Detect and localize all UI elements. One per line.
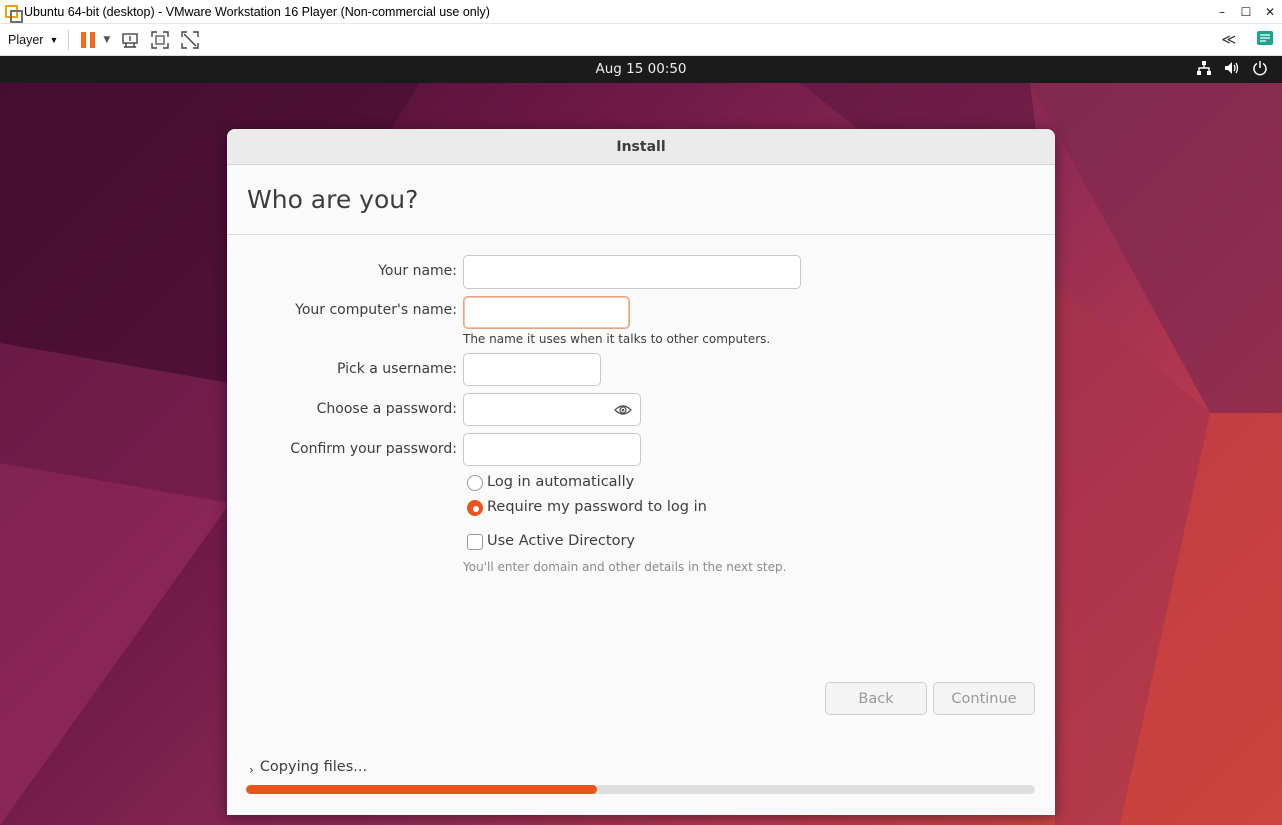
page-title: Who are you? [247,185,419,214]
power-icon[interactable] [1252,60,1268,76]
network-icon[interactable] [1196,60,1212,76]
maximize-button[interactable]: ☐ [1234,0,1258,24]
progress-expander[interactable]: › Copying files... [249,757,367,777]
send-ctrl-alt-del-icon[interactable] [120,30,140,50]
computer-name-field[interactable] [463,296,630,329]
vmware-logo-icon [4,4,23,23]
installer-title: Install [227,129,1055,165]
your-name-label: Your name: [378,263,457,279]
collapse-icon[interactable]: ≪ [1221,32,1236,48]
password-field[interactable] [463,393,641,426]
require-password-label[interactable]: Require my password to log in [487,499,707,515]
chevron-down-icon: ▼ [49,34,59,45]
toolbar-right: ≪ [1221,24,1282,56]
confirm-password-label: Confirm your password: [290,441,457,457]
continue-button[interactable]: Continue [933,682,1035,715]
active-directory-hint: You'll enter domain and other details in… [463,560,787,574]
auto-login-radio[interactable] [467,475,483,491]
your-name-input[interactable] [464,256,800,288]
show-password-eye-icon[interactable] [614,402,632,421]
minimize-button[interactable]: – [1210,0,1234,24]
clock[interactable]: Aug 15 00:50 [0,61,1282,77]
player-menu-label: Player [8,32,44,47]
window-title: Ubuntu 64-bit (desktop) - VMware Worksta… [24,4,490,19]
active-directory-label[interactable]: Use Active Directory [487,533,635,549]
progress-bar [246,785,1035,794]
username-field[interactable] [463,353,601,386]
vmware-toolbar: Player ▼ ▼ ≪ [0,24,1282,56]
auto-login-label[interactable]: Log in automatically [487,474,634,490]
active-directory-checkbox[interactable] [467,534,483,550]
vmware-titlebar: Ubuntu 64-bit (desktop) - VMware Worksta… [0,0,1282,24]
computer-name-hint: The name it uses when it talks to other … [463,332,771,346]
confirm-password-input[interactable] [464,434,640,465]
computer-name-label: Your computer's name: [295,302,457,318]
computer-name-input[interactable] [464,297,629,328]
toolbar-divider [68,29,70,50]
player-menu[interactable]: Player ▼ [8,33,58,47]
pause-icon[interactable] [81,31,96,48]
volume-icon[interactable] [1224,60,1240,76]
fullscreen-icon[interactable] [150,30,170,50]
window-controls: – ☐ ✕ [1210,0,1282,24]
your-name-field[interactable] [463,255,801,289]
close-button[interactable]: ✕ [1258,0,1282,24]
password-label: Choose a password: [316,401,457,417]
back-button[interactable]: Back [825,682,927,715]
pause-dropdown-icon[interactable]: ▼ [103,35,110,45]
chevron-right-icon: › [249,763,254,777]
confirm-password-field[interactable] [463,433,641,466]
unity-icon[interactable] [180,30,200,50]
progress-bar-fill [246,785,598,794]
username-label: Pick a username: [336,361,457,377]
username-input[interactable] [464,354,600,385]
require-password-radio[interactable] [467,500,483,516]
installer-window: Install Who are you? Your name: Your com… [227,129,1055,815]
notes-icon[interactable] [1256,29,1274,51]
system-tray[interactable] [1196,60,1268,76]
progress-label: Copying files... [259,759,368,775]
ubuntu-topbar: Aug 15 00:50 [0,56,1282,83]
